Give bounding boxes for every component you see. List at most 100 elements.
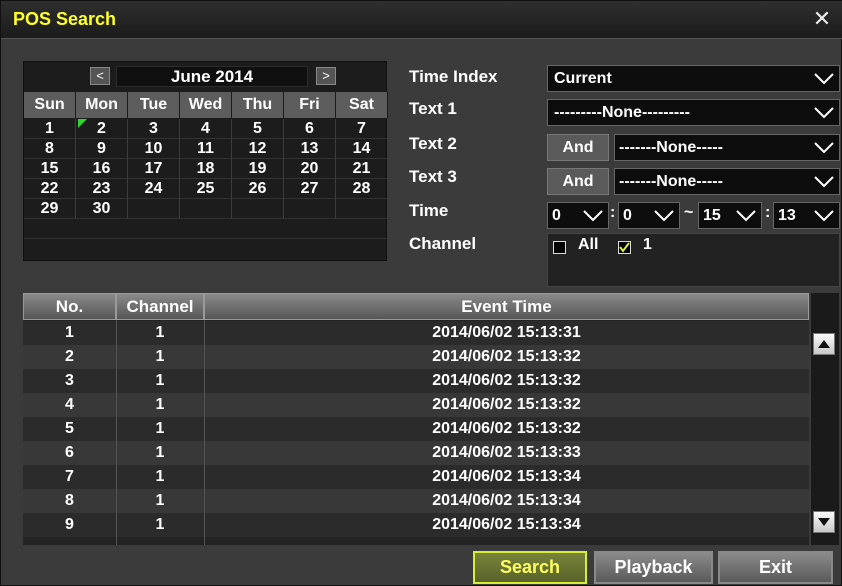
text2-select[interactable]: -------None-----: [614, 134, 840, 161]
calendar-day[interactable]: 30: [76, 199, 128, 219]
text3-select[interactable]: -------None-----: [614, 168, 840, 195]
calendar-day[interactable]: 9: [76, 139, 128, 159]
end-hour-select[interactable]: 15: [698, 202, 762, 229]
calendar-day[interactable]: 23: [76, 179, 128, 199]
calendar-day[interactable]: 10: [128, 139, 180, 159]
results-table: No. Channel Event Time 1 1 2014/06/02 15:1…: [23, 293, 809, 545]
exit-button[interactable]: Exit: [718, 551, 833, 584]
triangle-down-icon: [818, 518, 830, 526]
calendar-day[interactable]: 24: [128, 179, 180, 199]
weekday-header: Sat: [336, 92, 388, 118]
text1-label: Text 1: [409, 99, 457, 118]
calendar-day[interactable]: 13: [284, 139, 336, 159]
weekday-header: Sun: [24, 92, 76, 118]
time-index-select[interactable]: Current: [547, 65, 840, 92]
calendar-empty-cell: [180, 199, 232, 219]
table-row[interactable]: 5 1 2014/06/02 15:13:32: [23, 417, 809, 441]
weekday-header: Fri: [284, 92, 336, 118]
search-button[interactable]: Search: [473, 551, 587, 584]
window-title: POS Search: [13, 9, 117, 29]
table-row[interactable]: 2 1 2014/06/02 15:13:32: [23, 345, 809, 369]
column-divider: [116, 320, 117, 545]
table-row[interactable]: 6 1 2014/06/02 15:13:33: [23, 441, 809, 465]
prev-month-button[interactable]: <: [90, 67, 110, 85]
calendar-day[interactable]: 4: [180, 119, 232, 139]
table-row[interactable]: 4 1 2014/06/02 15:13:32: [23, 393, 809, 417]
calendar-day[interactable]: 14: [336, 139, 388, 159]
scroll-down-button[interactable]: [813, 511, 835, 533]
cell-no: 6: [65, 444, 74, 461]
text1-select[interactable]: ---------None---------: [547, 99, 840, 126]
table-row[interactable]: 7 1 2014/06/02 15:13:34: [23, 465, 809, 489]
month-label: June 2014: [116, 66, 308, 87]
column-header-event-time[interactable]: Event Time: [204, 293, 809, 320]
cell-channel: 1: [155, 324, 165, 341]
start-hour-select[interactable]: 0: [547, 202, 609, 229]
playback-button[interactable]: Playback: [594, 551, 713, 584]
calendar-day[interactable]: 26: [232, 179, 284, 199]
calendar-day[interactable]: 12: [232, 139, 284, 159]
scroll-up-button[interactable]: [813, 333, 835, 355]
time-range-separator: ~: [684, 204, 694, 221]
next-month-button[interactable]: >: [316, 67, 336, 85]
calendar-day[interactable]: 5: [232, 119, 284, 139]
time-colon: :: [610, 204, 616, 221]
calendar-day[interactable]: 17: [128, 159, 180, 179]
time-index-label: Time Index: [409, 67, 498, 86]
calendar-row-divider: [24, 238, 388, 239]
column-header-no[interactable]: No.: [23, 293, 116, 320]
chevron-down-icon: [813, 102, 835, 125]
cell-channel: 1: [155, 444, 165, 461]
table-row[interactable]: 3 1 2014/06/02 15:13:32: [23, 369, 809, 393]
column-header-channel[interactable]: Channel: [116, 293, 204, 320]
calendar-day[interactable]: 16: [76, 159, 128, 179]
calendar-day[interactable]: 6: [284, 119, 336, 139]
channel-all-label: All: [578, 236, 599, 253]
calendar-empty-cell: [336, 199, 388, 219]
table-scrollbar[interactable]: [811, 293, 839, 545]
calendar-day[interactable]: 18: [180, 159, 232, 179]
calendar-day[interactable]: 1: [24, 119, 76, 139]
text3-label: Text 3: [409, 167, 457, 186]
cell-event-time: 2014/06/02 15:13:34: [432, 468, 581, 485]
calendar-empty-cell: [284, 199, 336, 219]
channel-all-checkbox[interactable]: [553, 241, 566, 254]
calendar-day[interactable]: 7: [336, 119, 388, 139]
calendar-day[interactable]: 2: [76, 119, 128, 139]
calendar-day[interactable]: 29: [24, 199, 76, 219]
calendar-day[interactable]: 19: [232, 159, 284, 179]
calendar-day[interactable]: 22: [24, 179, 76, 199]
cell-event-time: 2014/06/02 15:13:32: [432, 372, 581, 389]
calendar-day[interactable]: 25: [180, 179, 232, 199]
end-minute-select[interactable]: 13: [773, 202, 840, 229]
cell-no: 7: [65, 468, 74, 485]
start-minute-select[interactable]: 0: [618, 202, 680, 229]
text3-operator-button[interactable]: And: [547, 168, 609, 195]
calendar-empty-cell: [232, 199, 284, 219]
table-row[interactable]: 8 1 2014/06/02 15:13:34: [23, 489, 809, 513]
chevron-down-icon: [582, 205, 604, 228]
end-minute-value: 13: [778, 207, 796, 224]
calendar-day[interactable]: 20: [284, 159, 336, 179]
calendar-day[interactable]: 15: [24, 159, 76, 179]
cell-no: 2: [65, 348, 74, 365]
calendar-day[interactable]: 11: [180, 139, 232, 159]
calendar-day[interactable]: 28: [336, 179, 388, 199]
calendar-day[interactable]: 3: [128, 119, 180, 139]
cell-channel: 1: [155, 516, 165, 533]
table-row[interactable]: 9 1 2014/06/02 15:13:34: [23, 513, 809, 537]
text2-operator-button[interactable]: And: [547, 134, 609, 161]
chevron-down-icon: [813, 137, 835, 160]
calendar-day[interactable]: 21: [336, 159, 388, 179]
cell-no: 8: [65, 492, 74, 509]
calendar-day[interactable]: 8: [24, 139, 76, 159]
calendar-day[interactable]: 27: [284, 179, 336, 199]
weekday-header: Tue: [128, 92, 180, 118]
weekday-header: Wed: [180, 92, 232, 118]
channel-1-checkbox[interactable]: [618, 241, 631, 254]
table-row[interactable]: 1 1 2014/06/02 15:13:31: [23, 321, 809, 345]
channel-1-label: 1: [643, 236, 652, 253]
calendar: < June 2014 > Sun Mon Tue Wed Thu Fri Sat 1234…: [23, 61, 388, 261]
close-icon[interactable]: ✕: [809, 6, 835, 32]
chevron-down-icon: [735, 205, 757, 228]
